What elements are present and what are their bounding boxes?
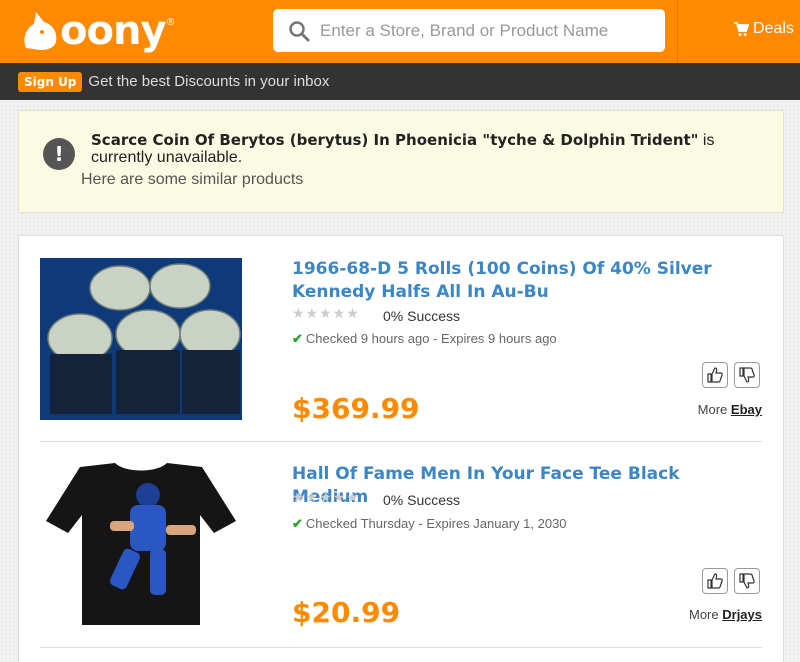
- search-input[interactable]: [320, 20, 660, 41]
- product-title-link[interactable]: 1966-68-D 5 Rolls (100 Coins) Of 40% Sil…: [292, 258, 722, 304]
- search-icon: [289, 20, 310, 41]
- checked-text: Checked Thursday - Expires January 1, 20…: [305, 516, 567, 531]
- thumbs-up-button[interactable]: [702, 568, 728, 594]
- dog-logo-icon: [24, 12, 57, 50]
- store-link[interactable]: Ebay: [731, 402, 762, 417]
- more-label: More: [689, 607, 719, 622]
- checked-status: ✔ Checked Thursday - Expires January 1, 2…: [292, 516, 567, 532]
- list-item: Hall Of Fame Men In Your Face Tee Black …: [40, 463, 762, 648]
- more-label: More: [697, 402, 728, 417]
- success-rate: 0% Success: [383, 308, 461, 324]
- notice-message: Scarce Coin Of Berytos (berytus) In Phoe…: [91, 131, 771, 167]
- logo-registered-mark: ®: [165, 17, 176, 28]
- signup-bar: Sign Up Get the best Discounts in your i…: [0, 63, 800, 100]
- thumbs-down-icon: [739, 573, 755, 589]
- rating-stars: ★★★★★: [292, 306, 360, 322]
- store-link[interactable]: Drjays: [722, 607, 762, 622]
- logo-text: oony: [60, 8, 167, 54]
- signup-button[interactable]: Sign Up: [18, 71, 83, 92]
- thumbs-down-button[interactable]: [734, 362, 760, 388]
- thumbs-down-button[interactable]: [734, 568, 760, 594]
- exclamation-icon: !: [43, 138, 75, 170]
- product-image-coins[interactable]: [40, 258, 242, 420]
- unavailable-notice: ! Scarce Coin Of Berytos (berytus) In Ph…: [18, 110, 784, 213]
- thumbs-up-button[interactable]: [702, 362, 728, 388]
- success-rate: 0% Success: [383, 492, 461, 508]
- more-from-store: More Drjays: [689, 607, 762, 622]
- checked-status: ✔ Checked 9 hours ago - Expires 9 hours a…: [292, 331, 557, 347]
- top-header: oony ® Deals: [0, 0, 800, 63]
- deals-link[interactable]: Deals: [733, 20, 794, 38]
- deals-label: Deals: [753, 20, 794, 37]
- rating-stars: ★★★★★: [292, 490, 360, 506]
- notice-product-name: Scarce Coin Of Berytos (berytus) In Phoe…: [91, 131, 699, 149]
- item-divider: [40, 647, 762, 648]
- product-image-tee[interactable]: [40, 463, 242, 625]
- cart-icon: [734, 22, 749, 36]
- more-from-store: More Ebay: [698, 402, 762, 417]
- item-divider: [40, 441, 762, 442]
- thumbs-up-icon: [707, 367, 723, 383]
- product-price: $20.99: [292, 596, 401, 629]
- header-divider: [677, 0, 678, 63]
- checkmark-icon: ✔: [292, 516, 303, 531]
- results-panel: 1966-68-D 5 Rolls (100 Coins) Of 40% Sil…: [18, 235, 784, 662]
- notice-subtext: Here are some similar products: [81, 171, 304, 188]
- logo[interactable]: oony ®: [18, 7, 176, 55]
- product-price: $369.99: [292, 392, 420, 425]
- checked-text: Checked 9 hours ago - Expires 9 hours ag…: [305, 331, 557, 346]
- signup-promo-text: Get the best Discounts in your inbox: [88, 73, 330, 90]
- checkmark-icon: ✔: [292, 331, 303, 346]
- search-box[interactable]: [273, 9, 665, 52]
- thumbs-down-icon: [739, 367, 755, 383]
- thumbs-up-icon: [707, 573, 723, 589]
- list-item: 1966-68-D 5 Rolls (100 Coins) Of 40% Sil…: [40, 258, 762, 443]
